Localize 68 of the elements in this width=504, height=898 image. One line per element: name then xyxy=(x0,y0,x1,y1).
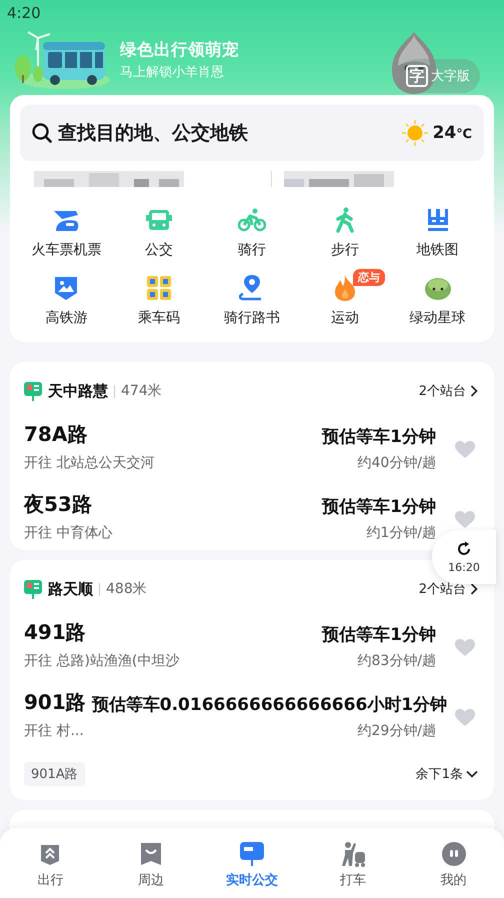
station-name: 天中路慧 xyxy=(48,382,108,400)
route-name[interactable]: 78A路 xyxy=(24,421,88,448)
chevron-down-icon xyxy=(466,770,478,778)
banner-title: 绿色出行领萌宠 xyxy=(120,40,239,59)
large-text-icon: 字 xyxy=(406,65,428,87)
shortcut-item[interactable]: 地铁图 xyxy=(391,201,484,263)
route-frequency: 约29分钟/趟 xyxy=(357,722,436,740)
refresh-icon xyxy=(456,540,472,556)
route-destination: 开往 村... xyxy=(24,722,84,740)
chevron-right-icon xyxy=(470,583,478,595)
route-tag[interactable]: 901A路 xyxy=(24,762,85,786)
bus-sign-icon xyxy=(238,841,265,867)
shortcut-item[interactable]: 公交 xyxy=(112,201,206,263)
route-name[interactable]: 901路 xyxy=(24,689,86,716)
bus-icon xyxy=(146,207,172,233)
bookmark-smile-icon xyxy=(140,842,162,866)
search-icon xyxy=(32,123,52,143)
shortcut-item[interactable]: 高铁游 xyxy=(20,269,113,331)
shortcut-item[interactable]: 火车票机票 xyxy=(20,201,113,263)
chevron-right-icon xyxy=(470,385,478,397)
face-icon xyxy=(440,841,467,867)
shortcut-item[interactable]: 骑行 xyxy=(206,201,298,263)
metro-icon xyxy=(426,207,450,233)
station-name: 路天顺 xyxy=(48,580,93,598)
platforms-link[interactable]: 2个站台 xyxy=(418,382,478,400)
favorite-heart-icon[interactable] xyxy=(455,708,475,726)
station-distance: 488米 xyxy=(106,580,147,598)
bus-stop-sign-icon xyxy=(24,382,42,400)
nav-tab[interactable]: 周边 xyxy=(100,828,202,898)
route-name[interactable]: 夜53路 xyxy=(24,491,92,518)
arrival-estimate: 预估等车1分钟 xyxy=(322,496,436,518)
promo-badge: 恋与 xyxy=(352,269,385,286)
route-destination: 开往 中育体心 xyxy=(24,524,112,542)
nav-tab[interactable]: 实时公交 xyxy=(202,828,302,898)
mascot-icon xyxy=(424,275,452,301)
nav-tab[interactable]: 出行 xyxy=(0,828,101,898)
temperature: 24℃ xyxy=(432,123,472,143)
shortcut-item[interactable]: 步行 xyxy=(298,201,392,263)
favorite-heart-icon[interactable] xyxy=(455,638,475,656)
shortcut-item[interactable]: 绿动星球 xyxy=(391,269,484,331)
banner-subtitle: 马上解锁小羊肖恩 xyxy=(120,65,224,80)
bicycle-icon xyxy=(238,208,266,232)
route-destination: 开往 总路)站渔渔(中坦沙 xyxy=(24,652,180,670)
route-destination: 开往 北站总公天交河 xyxy=(24,454,154,472)
shortcut-item[interactable]: 恋与 运动 xyxy=(298,269,392,331)
favorite-heart-icon[interactable] xyxy=(455,510,475,528)
station-distance: 474米 xyxy=(121,382,162,400)
favorite-heart-icon[interactable] xyxy=(455,440,475,458)
shortcut-item[interactable]: 乘车码 xyxy=(112,269,206,331)
nav-tab[interactable]: 我的 xyxy=(403,828,504,898)
shortcut-item[interactable]: 骑行路书 xyxy=(206,269,298,331)
hailing-person-icon xyxy=(340,841,366,867)
arrival-estimate: 预估等车0.0166666666666666小时1分钟 xyxy=(92,694,448,716)
route-frequency: 约40分钟/趟 xyxy=(357,454,436,472)
walking-icon xyxy=(334,207,356,233)
status-time: 4:20 xyxy=(7,4,41,22)
bus-stop-sign-icon xyxy=(24,580,42,598)
expand-more-button[interactable]: 余下1条 xyxy=(416,765,478,783)
arrival-estimate: 预估等车1分钟 xyxy=(322,426,436,448)
route-name[interactable]: 491路 xyxy=(24,619,86,646)
flame-icon xyxy=(332,274,357,302)
route-frequency: 约83分钟/趟 xyxy=(357,652,436,670)
search-field[interactable]: 查找目的地、公交地铁 24℃ xyxy=(20,105,484,161)
landscape-icon xyxy=(54,275,78,301)
qr-code-icon xyxy=(146,275,172,301)
nav-tab[interactable]: 打车 xyxy=(302,828,404,898)
sun-icon xyxy=(400,119,429,147)
arrival-estimate: 预估等车1分钟 xyxy=(322,624,436,646)
